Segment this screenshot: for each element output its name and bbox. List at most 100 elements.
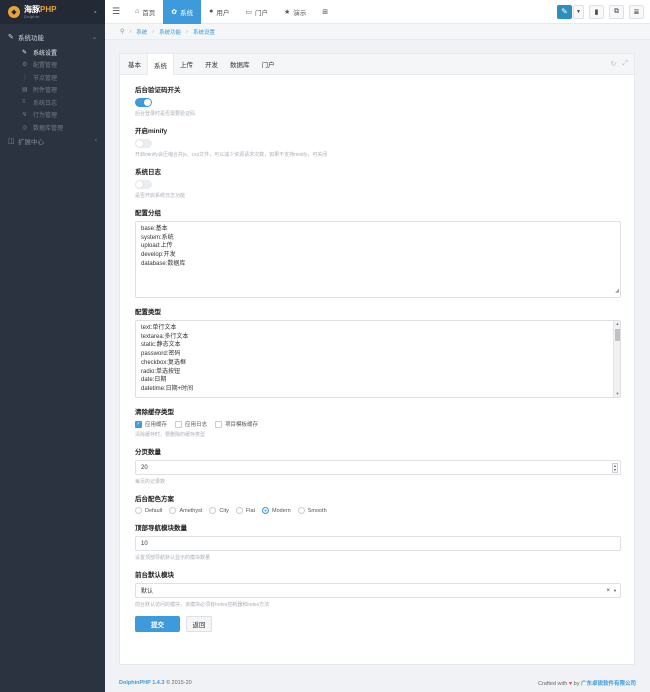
tab-database[interactable]: 数据库: [224, 54, 256, 74]
field-label: 后台验证码开关: [135, 87, 181, 94]
logo-php: PHP: [40, 4, 57, 14]
top-menu-count-input[interactable]: 10: [135, 536, 621, 551]
submit-button[interactable]: 提交: [135, 616, 180, 632]
sidebar-item-label: 系统日志: [33, 100, 58, 107]
breadcrumb-separator: ›: [186, 28, 188, 35]
scheme-city[interactable]: City: [209, 507, 229, 514]
breadcrumb-item[interactable]: 系统: [136, 28, 147, 36]
scroll-thumb[interactable]: [615, 329, 620, 341]
radio-label: Default: [145, 507, 163, 514]
radio[interactable]: [169, 507, 177, 514]
nav-home[interactable]: ⌂ 首页: [127, 0, 163, 24]
radio-label: Smooth: [307, 507, 327, 514]
sidebar-item-database[interactable]: ◎ 数据库管理: [0, 121, 105, 134]
scheme-default[interactable]: Default: [135, 507, 162, 514]
scroll-up-icon[interactable]: ▲: [614, 321, 620, 327]
nav-system[interactable]: ✿ 系统: [163, 0, 202, 24]
footer-brand[interactable]: DolphinPHP 1.4.3: [119, 680, 164, 686]
sidebar-item-logs[interactable]: ≡ 系统日志: [0, 96, 105, 109]
scheme-smooth[interactable]: Smooth: [297, 507, 327, 514]
cache-option-template[interactable]: 项目模板缓存: [215, 420, 258, 428]
tab-develop[interactable]: 开发: [199, 54, 224, 74]
settings-card: 基本 系统 上传 开发 数据库 门户 ↻ ⤢ 后台验证码开关 后台登录时是否需要…: [119, 53, 635, 665]
radio-selected[interactable]: [262, 507, 270, 514]
checkbox[interactable]: [175, 420, 183, 428]
tab-upload[interactable]: 上传: [174, 54, 199, 74]
sidebar-group-system[interactable]: ✎ 系统功能 ⌄: [0, 28, 105, 46]
tab-basic[interactable]: 基本: [122, 54, 147, 74]
radio[interactable]: [135, 507, 142, 514]
page-size-input[interactable]: 20 ▲ ▼: [135, 460, 621, 475]
textarea-scrollbar[interactable]: ▲ ▼: [613, 321, 620, 397]
refresh-icon[interactable]: ↻: [611, 60, 617, 68]
file-icon: ▤: [22, 87, 28, 94]
tab-system[interactable]: 系统: [147, 54, 174, 75]
radio[interactable]: [209, 507, 217, 514]
scheme-modern[interactable]: Modern: [262, 507, 291, 514]
textarea-line: base:基本: [141, 226, 168, 232]
trash-button[interactable]: ▮: [589, 4, 604, 19]
theme-toggle-icon[interactable]: ◔: [92, 8, 97, 17]
breadcrumb-separator: ›: [152, 28, 155, 35]
resize-grip-icon[interactable]: ◢: [615, 287, 619, 296]
checkbox[interactable]: [215, 420, 223, 428]
sidebar-item-config[interactable]: ⚙ 配置管理: [0, 59, 105, 72]
external-link-icon: ⧉: [614, 7, 619, 15]
textarea-line: radio:单选按钮: [141, 368, 181, 375]
nav-user[interactable]: ● 用户: [201, 0, 237, 24]
cache-option-app[interactable]: ✓ 应用缓存: [135, 420, 167, 428]
menu-toggle-icon[interactable]: ☰: [105, 6, 127, 17]
syslog-toggle[interactable]: [135, 180, 152, 189]
nav-portal[interactable]: ▭ 门户: [237, 0, 276, 24]
scheme-amethyst[interactable]: Amethyst: [169, 507, 202, 514]
field-label: 清除缓存类型: [135, 409, 174, 416]
clear-icon[interactable]: ×: [606, 588, 610, 594]
field-help: 每页的记录数: [135, 479, 166, 485]
side-panel-button[interactable]: ≣: [629, 4, 644, 19]
home-module-select[interactable]: 默认 × ▼: [135, 583, 621, 598]
nav-label: 演示: [293, 9, 307, 17]
field-cache: 清除缓存类型 ✓ 应用缓存 应用日志 项目模板缓存 清除缓存时，要删除的缓存类型: [135, 406, 619, 438]
nav-more[interactable]: ⊞: [314, 0, 339, 24]
sidebar-group-extensions[interactable]: ◫ 扩展中心 ‹: [0, 134, 105, 149]
scroll-down-icon[interactable]: ▼: [614, 391, 620, 397]
external-link-button[interactable]: ⧉: [609, 4, 624, 19]
radio-label: Flat: [245, 507, 256, 514]
sidebar-item-settings[interactable]: ✎ 系统设置: [0, 46, 105, 59]
scheme-flat[interactable]: Flat: [235, 507, 256, 514]
radio[interactable]: [297, 507, 305, 514]
tab-portal[interactable]: 门户: [256, 54, 281, 74]
breadcrumb-item[interactable]: 系统设置: [193, 28, 215, 36]
breadcrumb-item[interactable]: 系统功能: [159, 28, 181, 36]
field-label: 系统日志: [135, 169, 161, 176]
config-type-textarea[interactable]: text:单行文本 textarea:多行文本 static:静态文本 pass…: [135, 320, 621, 398]
cube-icon: ◫: [8, 138, 15, 145]
sidebar-item-attachments[interactable]: ▤ 附件管理: [0, 84, 105, 97]
logo[interactable]: 海豚PHP Dolphin: [24, 4, 57, 19]
avatar[interactable]: ✎: [557, 4, 572, 19]
checkbox-checked[interactable]: ✓: [135, 420, 142, 428]
back-button[interactable]: 返回: [186, 616, 212, 632]
config-group-textarea[interactable]: base:基本 system:系统 upload:上传 develop:开发 d…: [135, 221, 621, 298]
trash-icon: ▮: [594, 8, 599, 16]
field-label: 分页数量: [135, 449, 161, 456]
chevron-down-icon[interactable]: ▼: [613, 588, 617, 593]
fullscreen-icon[interactable]: ⤢: [622, 60, 628, 68]
chevron-down-icon[interactable]: ▼: [573, 4, 584, 19]
radio[interactable]: [235, 507, 243, 514]
laptop-icon: ▭: [245, 8, 252, 16]
nav-demo[interactable]: ★ 演示: [276, 0, 314, 24]
nav-label: 用户: [216, 9, 230, 17]
captcha-toggle[interactable]: [135, 98, 152, 107]
breadcrumb: ⚲ › 系统 › 系统功能 › 系统设置: [105, 24, 650, 40]
settings-form: 后台验证码开关 后台登录时是否需要验证码 开启minify 开启minify会压…: [120, 75, 634, 632]
footer-company-link[interactable]: 广东卓锐软件有限公司: [581, 681, 636, 687]
sidebar-item-nodes[interactable]: ⋮ 节点管理: [0, 71, 105, 84]
radio-label: Amethyst: [179, 507, 203, 514]
sidebar-item-label: 系统设置: [33, 50, 58, 57]
list-icon: ≣: [633, 8, 640, 16]
sidebar-item-actions[interactable]: ↯ 行为管理: [0, 109, 105, 122]
number-spinner[interactable]: ▲ ▼: [612, 463, 618, 473]
minify-toggle[interactable]: [135, 139, 152, 148]
cache-option-log[interactable]: 应用日志: [175, 420, 207, 428]
